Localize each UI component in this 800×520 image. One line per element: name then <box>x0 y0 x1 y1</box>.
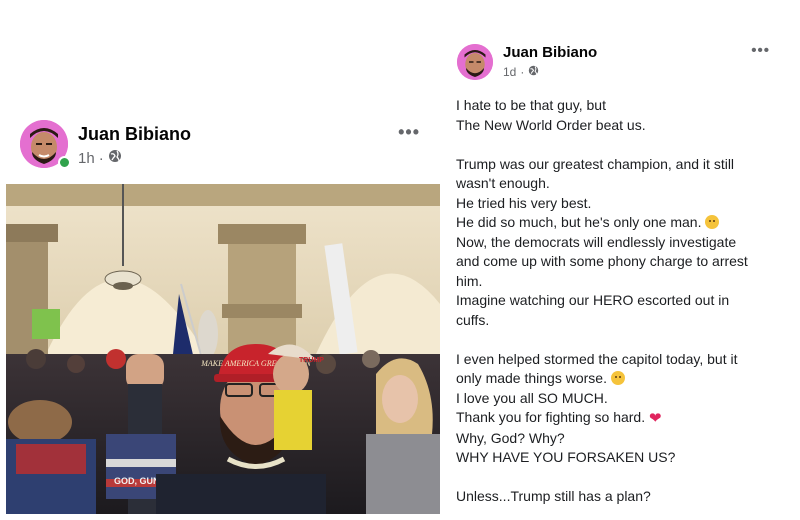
post-line: I love you all SO MUCH. <box>456 389 608 406</box>
post-line: He tried his very best. <box>456 194 592 211</box>
post-photo[interactable]: GOD, GUNS & TRUMP MAKE AMERICA GREAT AGA… <box>6 184 440 514</box>
post-line: The New World Order beat us. <box>456 116 646 133</box>
right-post: Juan Bibiano 1d · ••• I hate to be that … <box>450 36 790 516</box>
globe-icon[interactable] <box>108 149 122 167</box>
left-post: Juan Bibiano 1h · ••• GOD, GUNS MAKE AME… <box>6 110 440 515</box>
post-meta: 1h · <box>78 149 122 167</box>
post-header: Juan Bibiano 1h · ••• <box>6 110 440 170</box>
post-line: Trump was our greatest champion, and it … <box>456 155 735 172</box>
sad-face-emoji-icon <box>705 215 720 229</box>
post-line-with-emoji: only made things worse. <box>456 369 786 389</box>
post-line: Now, the democrats will endlessly invest… <box>456 233 737 250</box>
post-time[interactable]: 1h <box>78 150 95 167</box>
post-line: I even helped stormed the capitol today,… <box>456 350 738 367</box>
post-line: Why, God? Why? <box>456 429 565 446</box>
post-time[interactable]: 1d <box>503 65 516 79</box>
author-name[interactable]: Juan Bibiano <box>503 44 597 61</box>
post-line: WHY HAVE YOU FORSAKEN US? <box>456 449 676 465</box>
post-line: Imagine watching our HERO escorted out i… <box>456 292 730 308</box>
photo-sign-text: TRUMP <box>299 357 324 364</box>
author-name[interactable]: Juan Bibiano <box>78 124 191 145</box>
post-line: Thank you for fighting so hard. <box>456 409 646 425</box>
meta-separator: · <box>520 65 525 79</box>
broken-heart-icon: ❤ <box>649 410 662 427</box>
post-line: He did so much, but he's only one man. <box>456 214 702 230</box>
more-options-icon[interactable]: ••• <box>398 122 420 143</box>
post-line-gap <box>456 135 786 155</box>
online-status-dot <box>58 156 71 169</box>
post-line: only made things worse. <box>456 370 607 386</box>
globe-icon[interactable] <box>528 65 539 79</box>
post-line: I hate to be that guy, but <box>456 97 606 113</box>
post-body: I hate to be that guy, but The New World… <box>456 96 786 507</box>
post-line-with-emoji: He did so much, but he's only one man. <box>456 213 786 233</box>
post-line-gap <box>456 330 786 350</box>
pensive-face-emoji-icon <box>610 371 625 385</box>
post-line: Unless...Trump still has a plan? <box>456 488 651 504</box>
post-meta: 1d · <box>503 65 539 79</box>
post-line-with-emoji: Thank you for fighting so hard. ❤ <box>456 408 786 429</box>
post-line-gap <box>456 468 786 488</box>
post-line: cuffs. <box>456 311 490 328</box>
post-header: Juan Bibiano 1d · ••• <box>450 36 790 96</box>
post-line: him. <box>456 272 483 289</box>
avatar[interactable] <box>457 44 493 80</box>
post-line: and come up with some phony charge to ar… <box>456 253 748 269</box>
more-options-icon[interactable]: ••• <box>751 42 770 59</box>
post-line: wasn't enough. <box>456 175 550 191</box>
meta-separator: · <box>98 149 104 167</box>
